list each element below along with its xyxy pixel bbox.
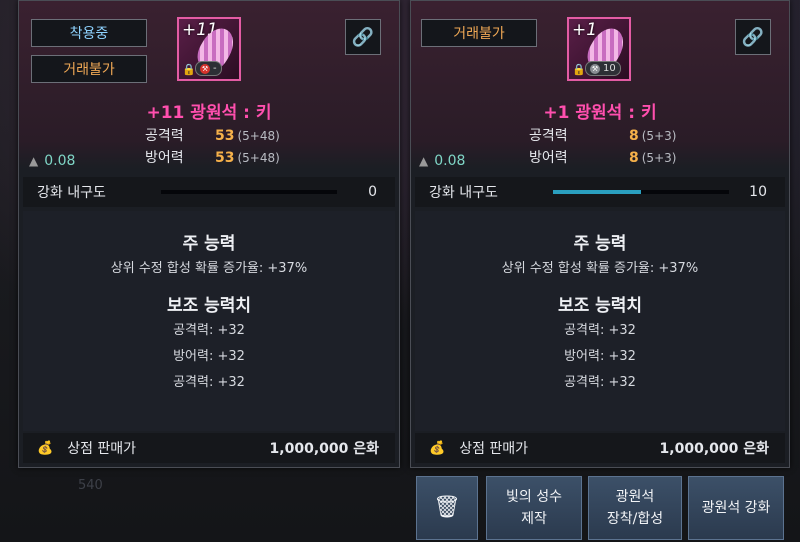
lock-icon: 🔒 [572,63,586,76]
ability-section: 주 능력 상위 수정 합성 확률 증가율: +37% 보조 능력치 공격력: +… [23,211,395,431]
weight-icon: ▲ [29,154,39,168]
stat-detail: (5+48) [237,151,280,165]
stat-value: 53 [215,150,235,166]
chain-link-icon: 🔗 [351,26,375,48]
sub-ability-title: 보조 능력치 [166,296,252,316]
badge-value: 10 [603,63,616,74]
durability-label: 강화 내구도 [37,185,106,201]
chain-link-icon: 🔗 [741,26,765,48]
stat-label: 방어력 [145,150,184,166]
sub-ability-line: 방어력: +32 [173,349,245,364]
item-tooltip-equipped: 착용중 거래불가 +11 🔒 ⚒ - 🔗 +11 광원석 : 키 공격력 53 … [18,0,400,468]
stat-row-attack: 공격력 53 (5+48) [145,125,280,145]
main-ability-line: 상위 수정 합성 확률 증가율: +37% [110,261,308,276]
sell-price-label: 상점 판매가 [67,441,137,457]
durability-bar [161,190,337,194]
sell-price-row: 💰 상점 판매가 1,000,000 은화 [415,433,785,463]
link-button[interactable]: 🔗 [345,19,381,55]
stat-detail: (5+48) [237,129,280,143]
equip-line1: 광원석 [615,489,655,505]
ability-section: 주 능력 상위 수정 합성 확률 증가율: +37% 보조 능력치 공격력: +… [415,211,785,431]
item-tooltip-compare: 거래불가 +1 🔒 ⚒ 10 🔗 +1 광원석 : 키 공격력 8 (5+3) … [410,0,790,468]
badge-value: - [213,63,217,74]
sub-ability-line: 공격력: +32 [173,323,245,338]
delete-button[interactable]: 🗑 [416,476,478,540]
sub-ability-line: 공격력: +32 [173,375,245,390]
stat-row-defense: 방어력 8 (5+3) [529,147,676,167]
enhance-button[interactable]: 광원석 강화 [688,476,784,540]
money-bag-icon: 💰 [37,440,54,456]
stat-detail: (5+3) [641,151,677,165]
link-button[interactable]: 🔗 [735,19,771,55]
item-weight: ▲ 0.08 [29,153,75,169]
stat-label: 공격력 [145,128,184,144]
stat-row-attack: 공격력 8 (5+3) [529,125,676,145]
durability-row: 강화 내구도 10 [415,177,785,207]
sell-price-label: 상점 판매가 [459,441,529,457]
main-ability-line: 상위 수정 합성 확률 증가율: +37% [501,261,699,276]
stat-row-defense: 방어력 53 (5+48) [145,147,280,167]
equip-button-label: 광원석 장착/합성 [607,486,663,530]
stat-detail: (5+3) [641,129,677,143]
stat-value: 8 [629,128,639,144]
no-trade-tag: 거래불가 [421,19,537,47]
sub-ability-line: 공격력: +32 [564,323,636,338]
lock-icon: 🔒 [182,63,196,76]
hammer-icon: ⚒ [590,63,600,74]
durability-value: 0 [368,184,377,200]
item-name: +11 광원석 : 키 [146,103,272,123]
money-bag-icon: 💰 [429,440,446,456]
craft-holy-water-button[interactable]: 빛의 성수 제작 [486,476,582,540]
sell-price-amount: 1,000,000 은화 [269,441,379,457]
durability-label: 강화 내구도 [429,185,498,201]
sub-ability-title: 보조 능력치 [557,296,643,316]
durability-value: 10 [749,184,767,200]
weight-value: 0.08 [44,153,76,169]
sub-ability-line: 방어력: +32 [564,349,636,364]
item-weight: ▲ 0.08 [419,153,465,169]
hammer-icon: ⚒ [200,63,210,74]
background-number: 540 [78,478,103,493]
icon-badge: ⚒ 10 [585,61,621,76]
sell-price-amount: 1,000,000 은화 [659,441,769,457]
durability-fill [553,190,641,194]
stat-label: 방어력 [529,150,568,166]
main-ability-title: 주 능력 [182,234,236,254]
sub-ability-line: 공격력: +32 [564,375,636,390]
equipped-tag: 착용중 [31,19,147,47]
craft-button-label: 빛의 성수 제작 [506,486,562,530]
stat-label: 공격력 [529,128,568,144]
weight-value: 0.08 [434,153,466,169]
durability-bar [553,190,729,194]
stat-value: 8 [629,150,639,166]
item-icon[interactable]: +11 🔒 ⚒ - [177,17,241,81]
stat-value: 53 [215,128,235,144]
trash-icon: 🗑 [433,495,461,520]
weight-icon: ▲ [419,154,429,168]
no-trade-tag: 거래불가 [31,55,147,83]
equip-combine-button[interactable]: 광원석 장착/합성 [588,476,682,540]
main-ability-title: 주 능력 [573,234,627,254]
craft-line2: 제작 [521,511,547,527]
item-name: +1 광원석 : 키 [543,103,657,123]
craft-line1: 빛의 성수 [506,489,562,505]
durability-row: 강화 내구도 0 [23,177,395,207]
equip-line2: 장착/합성 [606,511,664,527]
sell-price-row: 💰 상점 판매가 1,000,000 은화 [23,433,395,463]
enhance-level: +1 [572,20,598,40]
item-icon[interactable]: +1 🔒 ⚒ 10 [567,17,631,81]
icon-badge: ⚒ - [195,61,222,76]
